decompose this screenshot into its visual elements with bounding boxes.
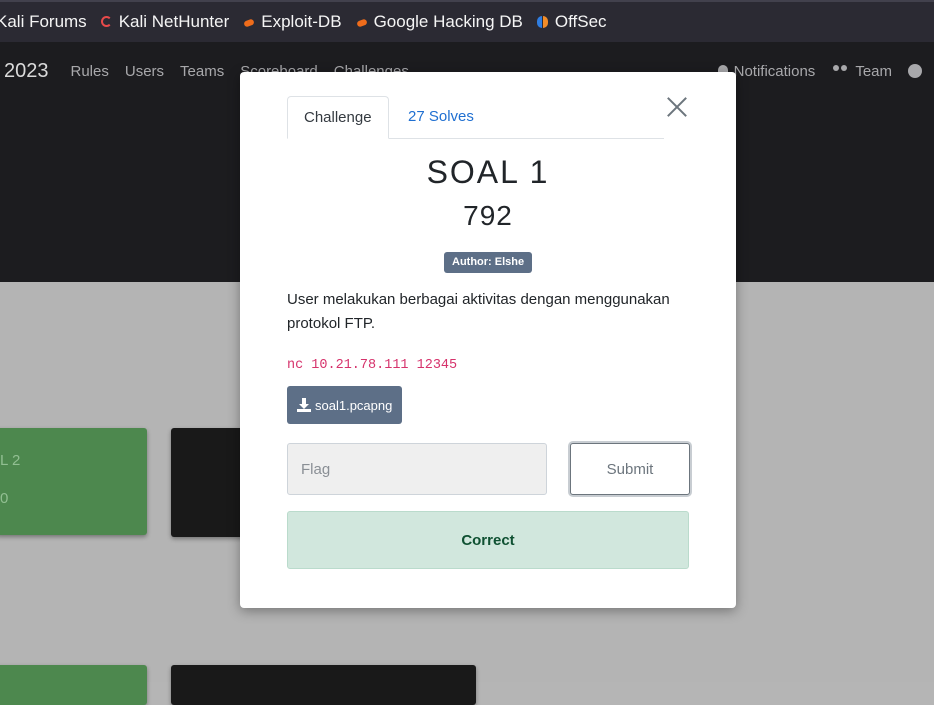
ghdb-icon bbox=[355, 15, 369, 29]
nethunter-icon bbox=[100, 15, 114, 29]
tab-challenge[interactable]: Challenge bbox=[287, 96, 389, 139]
download-file-button[interactable]: soal1.pcapng bbox=[287, 386, 403, 424]
challenge-card[interactable] bbox=[0, 665, 147, 705]
nav-rules[interactable]: Rules bbox=[71, 63, 109, 80]
challenge-card[interactable]: L 2 0 bbox=[0, 428, 147, 535]
bookmarks-bar: Kali Forums Kali NetHunter Exploit-DB Go… bbox=[0, 0, 934, 42]
challenge-card[interactable] bbox=[171, 665, 476, 705]
submit-button[interactable]: Submit bbox=[570, 443, 690, 495]
modal-tabs: Challenge 27 Solves bbox=[287, 96, 664, 139]
connection-command: nc 10.21.78.111 12345 bbox=[287, 358, 458, 373]
bookmark-offsec[interactable]: OffSec bbox=[536, 12, 607, 32]
bookmark-google-hacking-db[interactable]: Google Hacking DB bbox=[355, 12, 523, 32]
file-name: soal1.pcapng bbox=[315, 397, 393, 413]
challenge-value: 792 bbox=[463, 200, 513, 231]
navbar-right: Notifications Team bbox=[717, 42, 934, 100]
bookmark-label: Kali Forums bbox=[0, 12, 87, 31]
nav-notifications-label: Notifications bbox=[733, 62, 816, 80]
challenge-card-title: L 2 bbox=[0, 452, 21, 469]
user-circle-icon bbox=[908, 64, 922, 78]
challenge-name: SOAL 1 bbox=[426, 154, 550, 190]
challenge-modal: Challenge 27 Solves SOAL 1 792 Author: E… bbox=[240, 72, 736, 608]
bookmark-label: Exploit-DB bbox=[261, 12, 342, 31]
site-brand[interactable]: 2023 bbox=[4, 60, 49, 83]
nav-teams[interactable]: Teams bbox=[180, 63, 224, 80]
bookmark-kali-forums[interactable]: Kali Forums bbox=[0, 12, 87, 32]
users-icon bbox=[831, 65, 849, 77]
challenge-description: User melakukan berbagai aktivitas dengan… bbox=[287, 291, 670, 332]
close-icon[interactable] bbox=[666, 96, 688, 118]
bookmark-label: Kali NetHunter bbox=[118, 12, 230, 31]
author-badge: Author: Elshe bbox=[444, 252, 533, 273]
challenge-card[interactable] bbox=[171, 428, 251, 537]
nav-team[interactable]: Team bbox=[831, 63, 892, 80]
bookmark-label: OffSec bbox=[554, 12, 607, 31]
tab-solves[interactable]: 27 Solves bbox=[392, 96, 490, 138]
bookmark-kali-nethunter[interactable]: Kali NetHunter bbox=[100, 12, 230, 32]
bookmark-exploit-db[interactable]: Exploit-DB bbox=[242, 12, 341, 32]
bookmark-label: Google Hacking DB bbox=[373, 12, 523, 31]
nav-profile[interactable] bbox=[908, 64, 922, 78]
challenge-card-points: 0 bbox=[0, 490, 9, 507]
nav-users[interactable]: Users bbox=[125, 63, 164, 80]
result-notice: Correct bbox=[287, 511, 689, 569]
nav-team-label: Team bbox=[855, 62, 892, 80]
exploit-db-icon bbox=[242, 15, 256, 29]
offsec-icon bbox=[536, 15, 550, 29]
flag-input[interactable] bbox=[287, 443, 547, 495]
download-icon bbox=[297, 398, 311, 412]
